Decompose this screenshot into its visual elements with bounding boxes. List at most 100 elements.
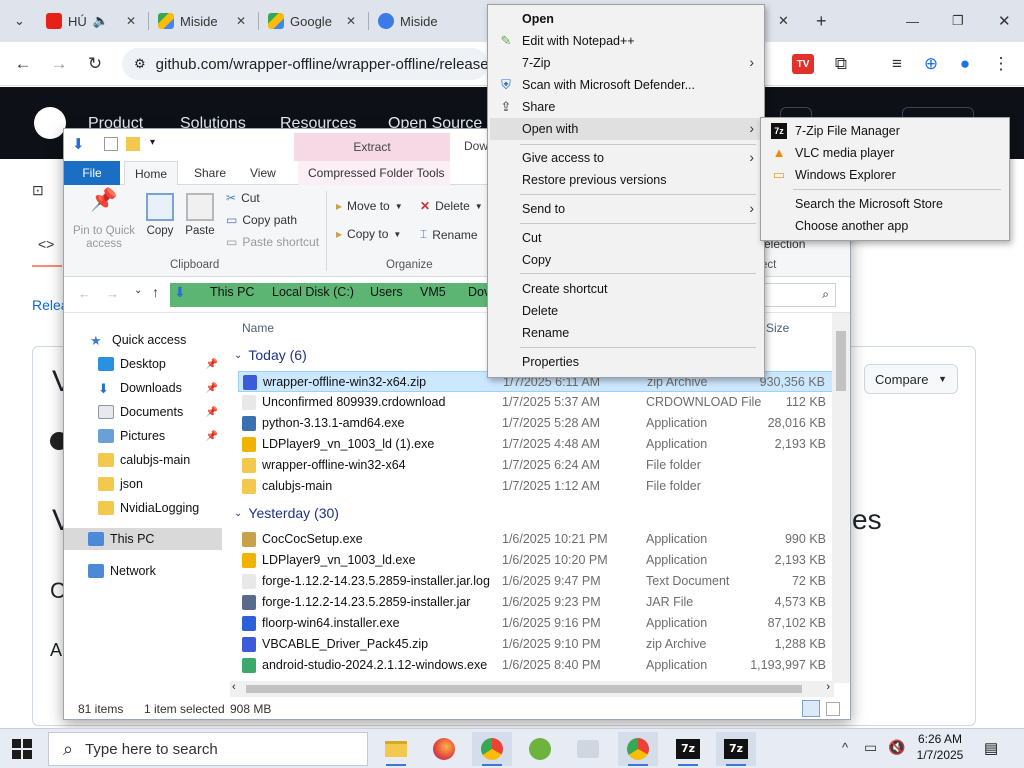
file-row[interactable]: forge-1.12.2-14.23.5.2859-installer.jar.… (238, 571, 836, 592)
extensions-icon[interactable]: ⧉ (828, 51, 854, 77)
horizontal-scrollbar[interactable]: ‹ › (230, 681, 834, 697)
arrow-right-icon[interactable]: → (106, 286, 119, 301)
menu-item-vlc-media-player[interactable]: ▲ VLC media player (763, 142, 1007, 164)
menu-item-restore-previous-versions[interactable]: Restore previous versions (490, 169, 762, 191)
menu-item-open-with[interactable]: Open with › (490, 118, 762, 140)
back-button[interactable]: ← (10, 51, 36, 77)
file-row[interactable]: LDPlayer9_vn_1003_ld (1).exe 1/7/2025 4:4… (238, 434, 836, 455)
move-to-button[interactable]: ▸ Move to ▼ (336, 199, 403, 213)
chevron-left-icon[interactable]: ‹ (232, 681, 236, 693)
copy-to-button[interactable]: ▸ Copy to ▼ (336, 227, 401, 241)
properties-icon[interactable] (104, 137, 118, 151)
tab-home[interactable]: Home (124, 161, 179, 185)
copy-path-button[interactable]: ▭ Copy path (226, 213, 297, 227)
arrow-up-icon[interactable]: ↑ (152, 284, 159, 300)
nav-folder-nvidialogging[interactable]: NvidiaLogging (64, 497, 222, 519)
close-icon[interactable]: ✕ (778, 13, 789, 29)
copy-button[interactable]: Copy (138, 193, 182, 238)
notifications-icon[interactable]: ▤ (984, 739, 998, 757)
windows-start-icon[interactable] (12, 739, 32, 759)
close-icon[interactable]: ✕ (126, 14, 136, 28)
crumb-this-pc[interactable]: This PC (210, 285, 254, 299)
minimize-button[interactable]: — (898, 6, 922, 36)
scroll-thumb[interactable] (246, 685, 802, 693)
delete-button[interactable]: ✕ Delete ▼ (420, 199, 483, 213)
explorer-search-box[interactable]: ⌕ (754, 283, 836, 307)
close-window-button[interactable]: ✕ (990, 6, 1014, 36)
menu-item-choose-another-app[interactable]: Choose another app (763, 215, 1007, 237)
menu-item-properties[interactable]: Properties (490, 351, 762, 373)
details-view-icon[interactable] (802, 700, 820, 717)
file-row[interactable]: LDPlayer9_vn_1003_ld.exe 1/6/2025 10:20 P… (238, 550, 836, 571)
tab-youtube[interactable]: HÚ 🔈 ✕ (38, 6, 144, 36)
nav-this-pc[interactable]: This PC (64, 528, 222, 550)
menu-item-search-the-microsoft-store[interactable]: Search the Microsoft Store (763, 193, 1007, 215)
chevron-up-icon[interactable]: ^ (842, 740, 848, 755)
menu-item-give-access-to[interactable]: Give access to › (490, 147, 762, 169)
media-icon[interactable]: ≡ (884, 51, 910, 77)
column-size[interactable]: Size (766, 321, 789, 335)
taskbar-7zip-1[interactable]: 7z (668, 732, 708, 766)
quick-access-toolbar-dropdown[interactable]: ▾ (150, 137, 155, 148)
nav-documents[interactable]: Documents 📌 (64, 401, 222, 423)
scroll-thumb[interactable] (836, 331, 846, 391)
menu-item-windows-explorer[interactable]: ▭ Windows Explorer (763, 164, 1007, 186)
file-row[interactable]: calubjs-main 1/7/2025 1:12 AM File folder (238, 476, 836, 497)
file-row[interactable]: python-3.13.1-amd64.exe 1/7/2025 5:28 AM A… (238, 413, 836, 434)
tab-close-partial[interactable]: ✕ (770, 6, 794, 36)
pin-quick-access-button[interactable]: 📌 Pin to Quick access (70, 189, 138, 251)
taskbar-chrome-2[interactable] (618, 732, 658, 766)
menu-item-7-zip[interactable]: 7-Zip › (490, 52, 762, 74)
vertical-scrollbar[interactable] (832, 313, 850, 683)
group-today[interactable]: ⌄ Today (6) (234, 347, 307, 363)
code-icon[interactable]: <> (38, 236, 54, 252)
taskbar-7zip-2[interactable]: 7z (716, 732, 756, 766)
file-row[interactable]: wrapper-offline-win32-x64 1/7/2025 6:24 A… (238, 455, 836, 476)
group-yesterday[interactable]: ⌄ Yesterday (30) (234, 505, 339, 521)
nav-desktop[interactable]: Desktop 📌 (64, 353, 222, 375)
menu-item-send-to[interactable]: Send to › (490, 198, 762, 220)
file-row[interactable]: forge-1.12.2-14.23.5.2859-installer.jar 1… (238, 592, 836, 613)
address-bar[interactable]: ⚙ github.com/wrapper-offline/wrapper-off… (122, 48, 488, 80)
menu-item-share[interactable]: ⇪ Share (490, 96, 762, 118)
taskbar-chrome-1[interactable] (472, 732, 512, 766)
extract-context-tab[interactable]: Extract (294, 133, 450, 161)
nav-network[interactable]: Network (64, 560, 222, 582)
rename-button[interactable]: ⌶ Rename (420, 227, 478, 242)
menu-item-rename[interactable]: Rename (490, 322, 762, 344)
tab-view[interactable]: View (240, 161, 286, 185)
menu-item-open[interactable]: Open (490, 8, 762, 30)
tab-google[interactable]: Google ✕ (260, 6, 364, 36)
tab-share[interactable]: Share (184, 161, 236, 185)
nav-folder-calubjs[interactable]: calubjs-main (64, 449, 222, 471)
network-tray-icon[interactable]: ▭ (864, 739, 877, 756)
taskbar-firefox[interactable] (424, 732, 464, 766)
large-icons-view-icon[interactable] (826, 702, 840, 716)
file-row[interactable]: CocCocSetup.exe 1/6/2025 10:21 PM Applicat… (238, 529, 836, 550)
paste-shortcut-button[interactable]: ▭ Paste shortcut (226, 235, 319, 249)
tab-compressed-folder-tools[interactable]: Compressed Folder Tools (298, 161, 450, 185)
arrow-left-icon[interactable]: ← (78, 286, 91, 301)
new-tab-button[interactable]: + (808, 6, 832, 36)
menu-item-delete[interactable]: Delete (490, 300, 762, 322)
chevron-down-icon[interactable]: ⌄ (134, 285, 142, 296)
taskbar-file-explorer[interactable] (376, 732, 416, 766)
nav-downloads[interactable]: ⬇ Downloads 📌 (64, 377, 222, 399)
new-folder-icon[interactable] (126, 137, 140, 151)
tab-search-button[interactable]: ⌄ (0, 6, 34, 36)
close-icon[interactable]: ✕ (346, 14, 356, 28)
site-settings-icon[interactable]: ⚙ (134, 56, 146, 72)
profile-avatar-icon[interactable]: ● (952, 51, 978, 77)
tv-extension-icon[interactable]: TV (792, 54, 814, 74)
nav-quick-access[interactable]: ★ Quick access (64, 329, 222, 351)
chevron-right-icon[interactable]: › (826, 681, 830, 693)
tab-file[interactable]: File (64, 161, 120, 185)
paste-button[interactable]: Paste (178, 193, 222, 238)
file-row[interactable]: android-studio-2024.2.1.12-windows.exe 1/… (238, 655, 836, 676)
taskbar-drive-app[interactable] (568, 732, 608, 766)
nav-pictures[interactable]: Pictures 📌 (64, 425, 222, 447)
taskbar-search[interactable]: ⌕ Type here to search (48, 732, 368, 766)
column-name[interactable]: Name (242, 321, 274, 335)
close-icon[interactable]: ✕ (236, 14, 246, 28)
nav-folder-json[interactable]: json (64, 473, 222, 495)
